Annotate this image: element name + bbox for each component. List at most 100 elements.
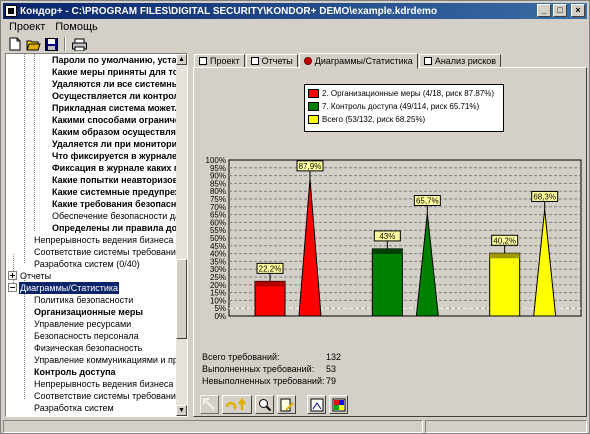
y-tick-label: 20%	[210, 281, 226, 290]
tree-node[interactable]: Что фиксируется в журнале д	[52, 150, 177, 162]
project-tree[interactable]: Пароли по умолчанию, устана Какие меры п…	[5, 53, 188, 417]
risk-value-label: 87,9%	[299, 162, 322, 171]
palette-icon[interactable]	[329, 395, 348, 414]
status-bar	[3, 420, 587, 433]
tab-label: Отчеты	[261, 55, 293, 66]
tree-node[interactable]: Удаляется ли при мониторинг	[52, 138, 177, 150]
chart-circle-icon	[303, 57, 312, 65]
y-tick-label: 60%	[210, 218, 226, 227]
legend-item: 7. Контроль доступа (49/114, риск 65.71%…	[308, 100, 500, 113]
y-tick-label: 50%	[210, 234, 226, 243]
zoom-icon[interactable]	[255, 395, 274, 414]
chart-settings-icon[interactable]	[307, 395, 326, 414]
collapse-icon[interactable]	[8, 283, 17, 292]
toolbar-separator	[64, 37, 66, 51]
new-icon[interactable]	[7, 37, 23, 52]
tree-node[interactable]: Удаляются ли все системные	[52, 78, 177, 90]
rotate-icon[interactable]	[222, 395, 252, 414]
tree-node[interactable]: Управление ресурсами	[34, 318, 131, 330]
tree-node[interactable]: Пароли по умолчанию, устана	[52, 54, 177, 66]
tree-node-reports[interactable]: Отчеты	[20, 270, 51, 282]
doc-icon	[199, 57, 207, 65]
tree-node[interactable]: Разработка систем (0/40)	[34, 258, 140, 270]
maximize-button[interactable]: □	[553, 4, 567, 17]
tree-node[interactable]: Какие попытки неавторизова	[52, 174, 177, 186]
chart-legend: 2. Организационные меры (4/18, риск 87.8…	[304, 84, 504, 132]
print-icon[interactable]	[71, 37, 87, 52]
legend-swatch	[308, 115, 319, 124]
tree-node[interactable]: Обеспечение безопасности да	[52, 210, 177, 222]
bar	[371, 248, 403, 317]
bar-value-label: 40,2%	[493, 236, 516, 245]
tree-node[interactable]: Какие меры приняты для тогс	[52, 66, 177, 78]
y-tick-label: 30%	[210, 265, 226, 274]
legend-swatch	[308, 102, 319, 111]
tree-node[interactable]: Безопасность персонала	[34, 330, 139, 342]
tree-node[interactable]: Каким образом осуществляет	[52, 126, 177, 138]
tree-node[interactable]: Какие системные предупреж	[52, 186, 177, 198]
tree-node[interactable]: Какие требования безопаснос	[52, 198, 177, 210]
pointer-icon[interactable]	[200, 395, 219, 414]
tab-risk-analysis[interactable]: Анализ рисков	[418, 54, 502, 68]
tree-node[interactable]: Управление коммуникациями и проце	[34, 354, 177, 366]
diagram-panel: 2. Организационные меры (4/18, риск 87.8…	[193, 67, 587, 417]
tree-node[interactable]: Непрерывность ведения бизнеса	[34, 378, 173, 390]
tree-content: Пароли по умолчанию, устана Какие меры п…	[6, 54, 177, 416]
doc-icon	[250, 57, 259, 65]
tree-node[interactable]: Соответствие системы требованиям (0	[34, 246, 177, 258]
tree-node[interactable]: Политика безопасности	[34, 294, 133, 306]
scroll-down-icon[interactable]: ▼	[176, 405, 187, 416]
legend-label: 2. Организационные меры (4/18, риск 87.8…	[322, 89, 495, 98]
y-tick-label: 10%	[210, 296, 226, 305]
tree-node[interactable]: Фиксация в журнале каких пр	[52, 162, 177, 174]
stat-label: Всего требований:	[202, 352, 280, 362]
stat-value: 132	[326, 352, 342, 362]
tree-node[interactable]: Организационные меры	[34, 306, 143, 318]
bar-value-label: 43%	[379, 232, 395, 241]
tree-node[interactable]: Физическая безопасность	[34, 342, 142, 354]
minimize-button[interactable]: _	[537, 4, 551, 17]
stat-row: Невыполненных требований: 79	[202, 375, 341, 387]
tree-node[interactable]: Непрерывность ведения бизнеса (0/23	[34, 234, 177, 246]
close-button[interactable]: ×	[571, 4, 585, 17]
y-tick-label: 95%	[210, 164, 226, 173]
stat-value: 53	[326, 364, 337, 374]
tree-node[interactable]: Осуществляется ли контроль	[52, 90, 177, 102]
tree-node[interactable]: Соответствие системы требованиям	[34, 390, 177, 402]
tab-reports[interactable]: Отчеты	[245, 54, 298, 68]
tree-node[interactable]: Определены ли правила досту	[52, 222, 177, 234]
bar-top	[255, 281, 285, 287]
stat-label: Выполненных требований:	[202, 364, 315, 374]
tree-node[interactable]: Разработка систем	[34, 402, 114, 414]
tab-diagrams[interactable]: Диаграммы/Статистика	[298, 53, 418, 69]
bar-top	[489, 253, 520, 259]
bar	[254, 280, 286, 317]
edit-icon[interactable]	[277, 395, 296, 414]
menu-project[interactable]: Проект	[9, 21, 45, 33]
tree-node[interactable]: Какими способами ограничен	[52, 114, 177, 126]
window-title: Кондор+ - C:\PROGRAM FILES\DIGITAL SECUR…	[20, 5, 438, 17]
y-tick-label: 55%	[210, 226, 226, 235]
toolbar	[3, 35, 87, 53]
y-tick-label: 85%	[210, 179, 226, 188]
tree-node[interactable]: Прикладная система может...	[52, 102, 177, 114]
scroll-thumb[interactable]	[176, 259, 187, 339]
tree-node[interactable]: Контроль доступа	[34, 366, 116, 378]
tree-node-diagrams[interactable]: Диаграммы/Статистика	[19, 282, 120, 294]
chart-toolbar	[200, 395, 348, 414]
scroll-up-icon[interactable]: ▲	[176, 54, 187, 65]
y-tick-label: 35%	[210, 257, 226, 266]
y-tick-label: 5%	[214, 304, 226, 313]
app-icon	[5, 5, 17, 17]
y-tick-label: 90%	[210, 172, 226, 181]
expand-icon[interactable]	[8, 271, 17, 280]
legend-item: 2. Организационные меры (4/18, риск 87.8…	[308, 87, 500, 100]
open-icon[interactable]	[25, 37, 41, 52]
title-bar[interactable]: Кондор+ - C:\PROGRAM FILES\DIGITAL SECUR…	[3, 3, 587, 19]
y-tick-label: 80%	[210, 187, 226, 196]
tab-project[interactable]: Проект	[194, 54, 245, 68]
save-icon[interactable]	[43, 37, 59, 52]
menu-help[interactable]: Помощь	[55, 21, 98, 33]
legend-label: 7. Контроль доступа (49/114, риск 65.71%…	[322, 102, 480, 111]
tree-scrollbar[interactable]: ▲ ▼	[176, 54, 187, 416]
